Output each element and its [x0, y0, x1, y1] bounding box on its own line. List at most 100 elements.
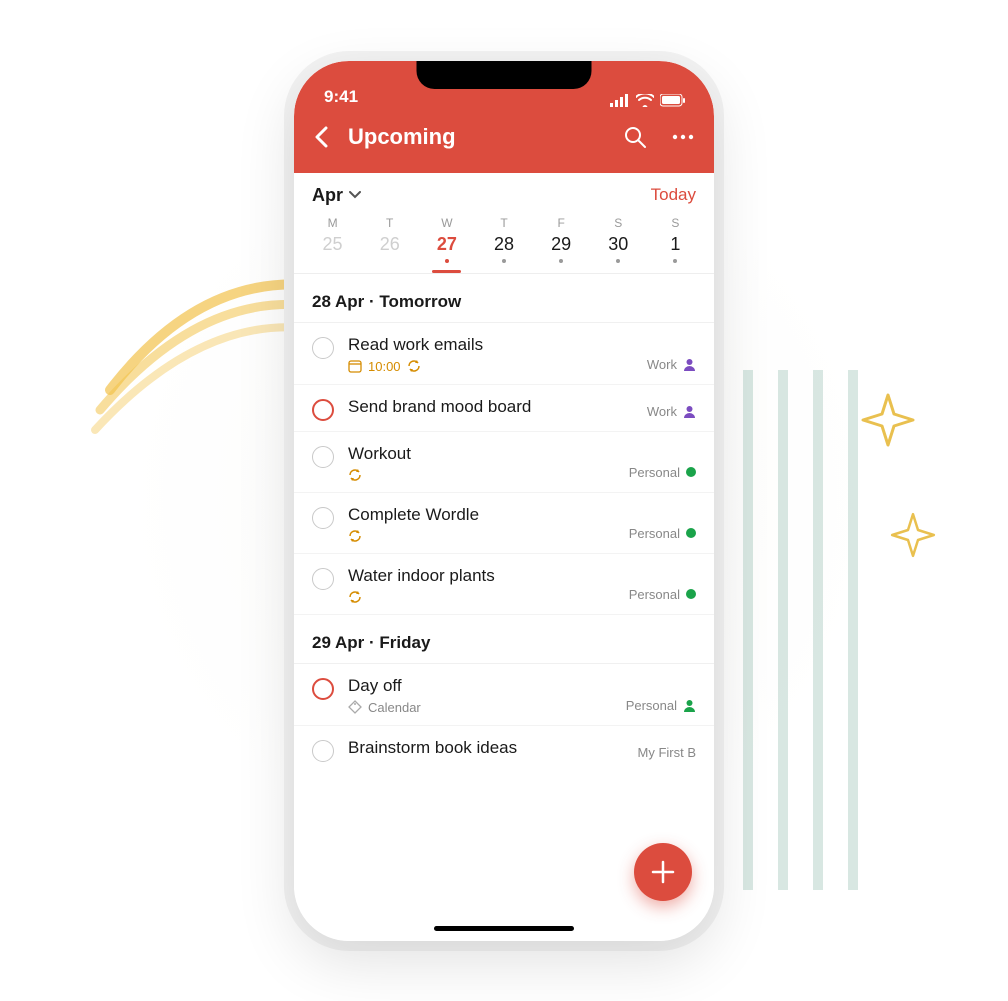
- task-checkbox[interactable]: [312, 568, 334, 590]
- today-button[interactable]: Today: [651, 185, 696, 205]
- wifi-icon: [636, 94, 654, 107]
- chevron-down-icon: [349, 191, 361, 199]
- task-checkbox[interactable]: [312, 399, 334, 421]
- day-number: 1: [647, 234, 704, 255]
- task-meta: [348, 529, 615, 543]
- task-meta: 10:00: [348, 359, 633, 374]
- project-label: Personal: [626, 698, 677, 713]
- project-dot: [686, 467, 696, 477]
- day-dot: [445, 259, 449, 263]
- task-checkbox[interactable]: [312, 337, 334, 359]
- project-dot: [686, 528, 696, 538]
- task-title: Complete Wordle: [348, 505, 615, 525]
- task-body: Read work emails 10:00: [348, 335, 633, 374]
- day-letter: S: [647, 216, 704, 230]
- phone-notch: [417, 61, 592, 89]
- task-project: Personal: [629, 465, 696, 480]
- status-time: 9:41: [324, 87, 358, 107]
- task-meta: Calendar: [348, 700, 612, 715]
- month-row: Apr Today: [294, 173, 714, 212]
- project-label: Work: [647, 357, 677, 372]
- recurring-icon: [348, 590, 362, 604]
- decor-sparkle-icon: [888, 510, 938, 560]
- task-meta: [348, 468, 615, 482]
- task-checkbox[interactable]: [312, 446, 334, 468]
- person-icon: [683, 358, 696, 371]
- task-body: Water indoor plants: [348, 566, 615, 604]
- project-label: Work: [647, 404, 677, 419]
- task-project: Personal: [629, 526, 696, 541]
- recurring-icon: [348, 529, 362, 543]
- day-column[interactable]: M 25: [304, 216, 361, 273]
- day-column[interactable]: T 28: [475, 216, 532, 273]
- day-column[interactable]: T 26: [361, 216, 418, 273]
- task-sections: 28 Apr · Tomorrow Read work emails 10:00 Wo…: [294, 274, 714, 772]
- project-label: Personal: [629, 465, 680, 480]
- task-title: Workout: [348, 444, 615, 464]
- day-number: 30: [590, 234, 647, 255]
- day-number: 28: [475, 234, 532, 255]
- task-title: Water indoor plants: [348, 566, 615, 586]
- task-row[interactable]: Brainstorm book ideas My First B: [294, 726, 714, 772]
- day-column[interactable]: S1: [647, 216, 704, 273]
- recurring-icon: [407, 359, 421, 373]
- project-label: Personal: [629, 587, 680, 602]
- task-row[interactable]: Read work emails 10:00 Work: [294, 323, 714, 385]
- day-column[interactable]: F29: [533, 216, 590, 273]
- task-title: Send brand mood board: [348, 397, 633, 417]
- plus-icon: [650, 859, 676, 885]
- content-area: Apr Today M25T26W27T28F29S30S1 28 Apr · …: [294, 173, 714, 941]
- day-number: 26: [361, 234, 418, 255]
- person-icon: [683, 405, 696, 418]
- section-header: 28 Apr · Tomorrow: [294, 274, 714, 323]
- search-button[interactable]: [622, 124, 648, 150]
- nav-bar: Upcoming: [294, 111, 714, 173]
- section-header: 29 Apr · Friday: [294, 615, 714, 664]
- phone-frame: 9:41 Upcoming Apr: [294, 61, 714, 941]
- task-body: Brainstorm book ideas: [348, 738, 624, 762]
- tag-icon: [348, 700, 362, 714]
- task-row[interactable]: Send brand mood board Work: [294, 385, 714, 432]
- task-checkbox[interactable]: [312, 740, 334, 762]
- day-column[interactable]: W27: [418, 216, 475, 273]
- battery-icon: [660, 94, 686, 107]
- decor-sparkle-icon: [858, 390, 918, 450]
- task-body: Workout: [348, 444, 615, 482]
- home-indicator: [434, 926, 574, 931]
- task-checkbox[interactable]: [312, 507, 334, 529]
- day-letter: T: [475, 216, 532, 230]
- week-strip: M25T26W27T28F29S30S1: [294, 212, 714, 274]
- project-label: Personal: [629, 526, 680, 541]
- task-body: Send brand mood board: [348, 397, 633, 421]
- task-project: Personal: [629, 587, 696, 602]
- month-selector[interactable]: Apr: [312, 185, 361, 206]
- day-letter: M: [304, 216, 361, 230]
- task-label: Calendar: [368, 700, 421, 715]
- back-button[interactable]: [308, 124, 334, 150]
- task-title: Brainstorm book ideas: [348, 738, 624, 758]
- day-letter: T: [361, 216, 418, 230]
- day-dot: [559, 259, 563, 263]
- day-dot: [673, 259, 677, 263]
- task-row[interactable]: Workout Personal: [294, 432, 714, 493]
- task-title: Day off: [348, 676, 612, 696]
- task-time: 10:00: [368, 359, 401, 374]
- task-project: Work: [647, 357, 696, 372]
- add-task-button[interactable]: [634, 843, 692, 901]
- task-title: Read work emails: [348, 335, 633, 355]
- day-number: 25: [304, 234, 361, 255]
- task-row[interactable]: Complete Wordle Personal: [294, 493, 714, 554]
- task-row[interactable]: Water indoor plants Personal: [294, 554, 714, 615]
- project-dot: [686, 589, 696, 599]
- task-row[interactable]: Day off Calendar Personal: [294, 664, 714, 726]
- recurring-icon: [348, 468, 362, 482]
- month-label: Apr: [312, 185, 343, 206]
- day-column[interactable]: S 30: [590, 216, 647, 273]
- calendar-icon: [348, 359, 362, 373]
- task-body: Day off Calendar: [348, 676, 612, 715]
- task-checkbox[interactable]: [312, 678, 334, 700]
- project-label: My First B: [638, 745, 697, 760]
- decor-teal-stroke: [728, 370, 868, 890]
- day-letter: S: [590, 216, 647, 230]
- more-button[interactable]: [670, 124, 696, 150]
